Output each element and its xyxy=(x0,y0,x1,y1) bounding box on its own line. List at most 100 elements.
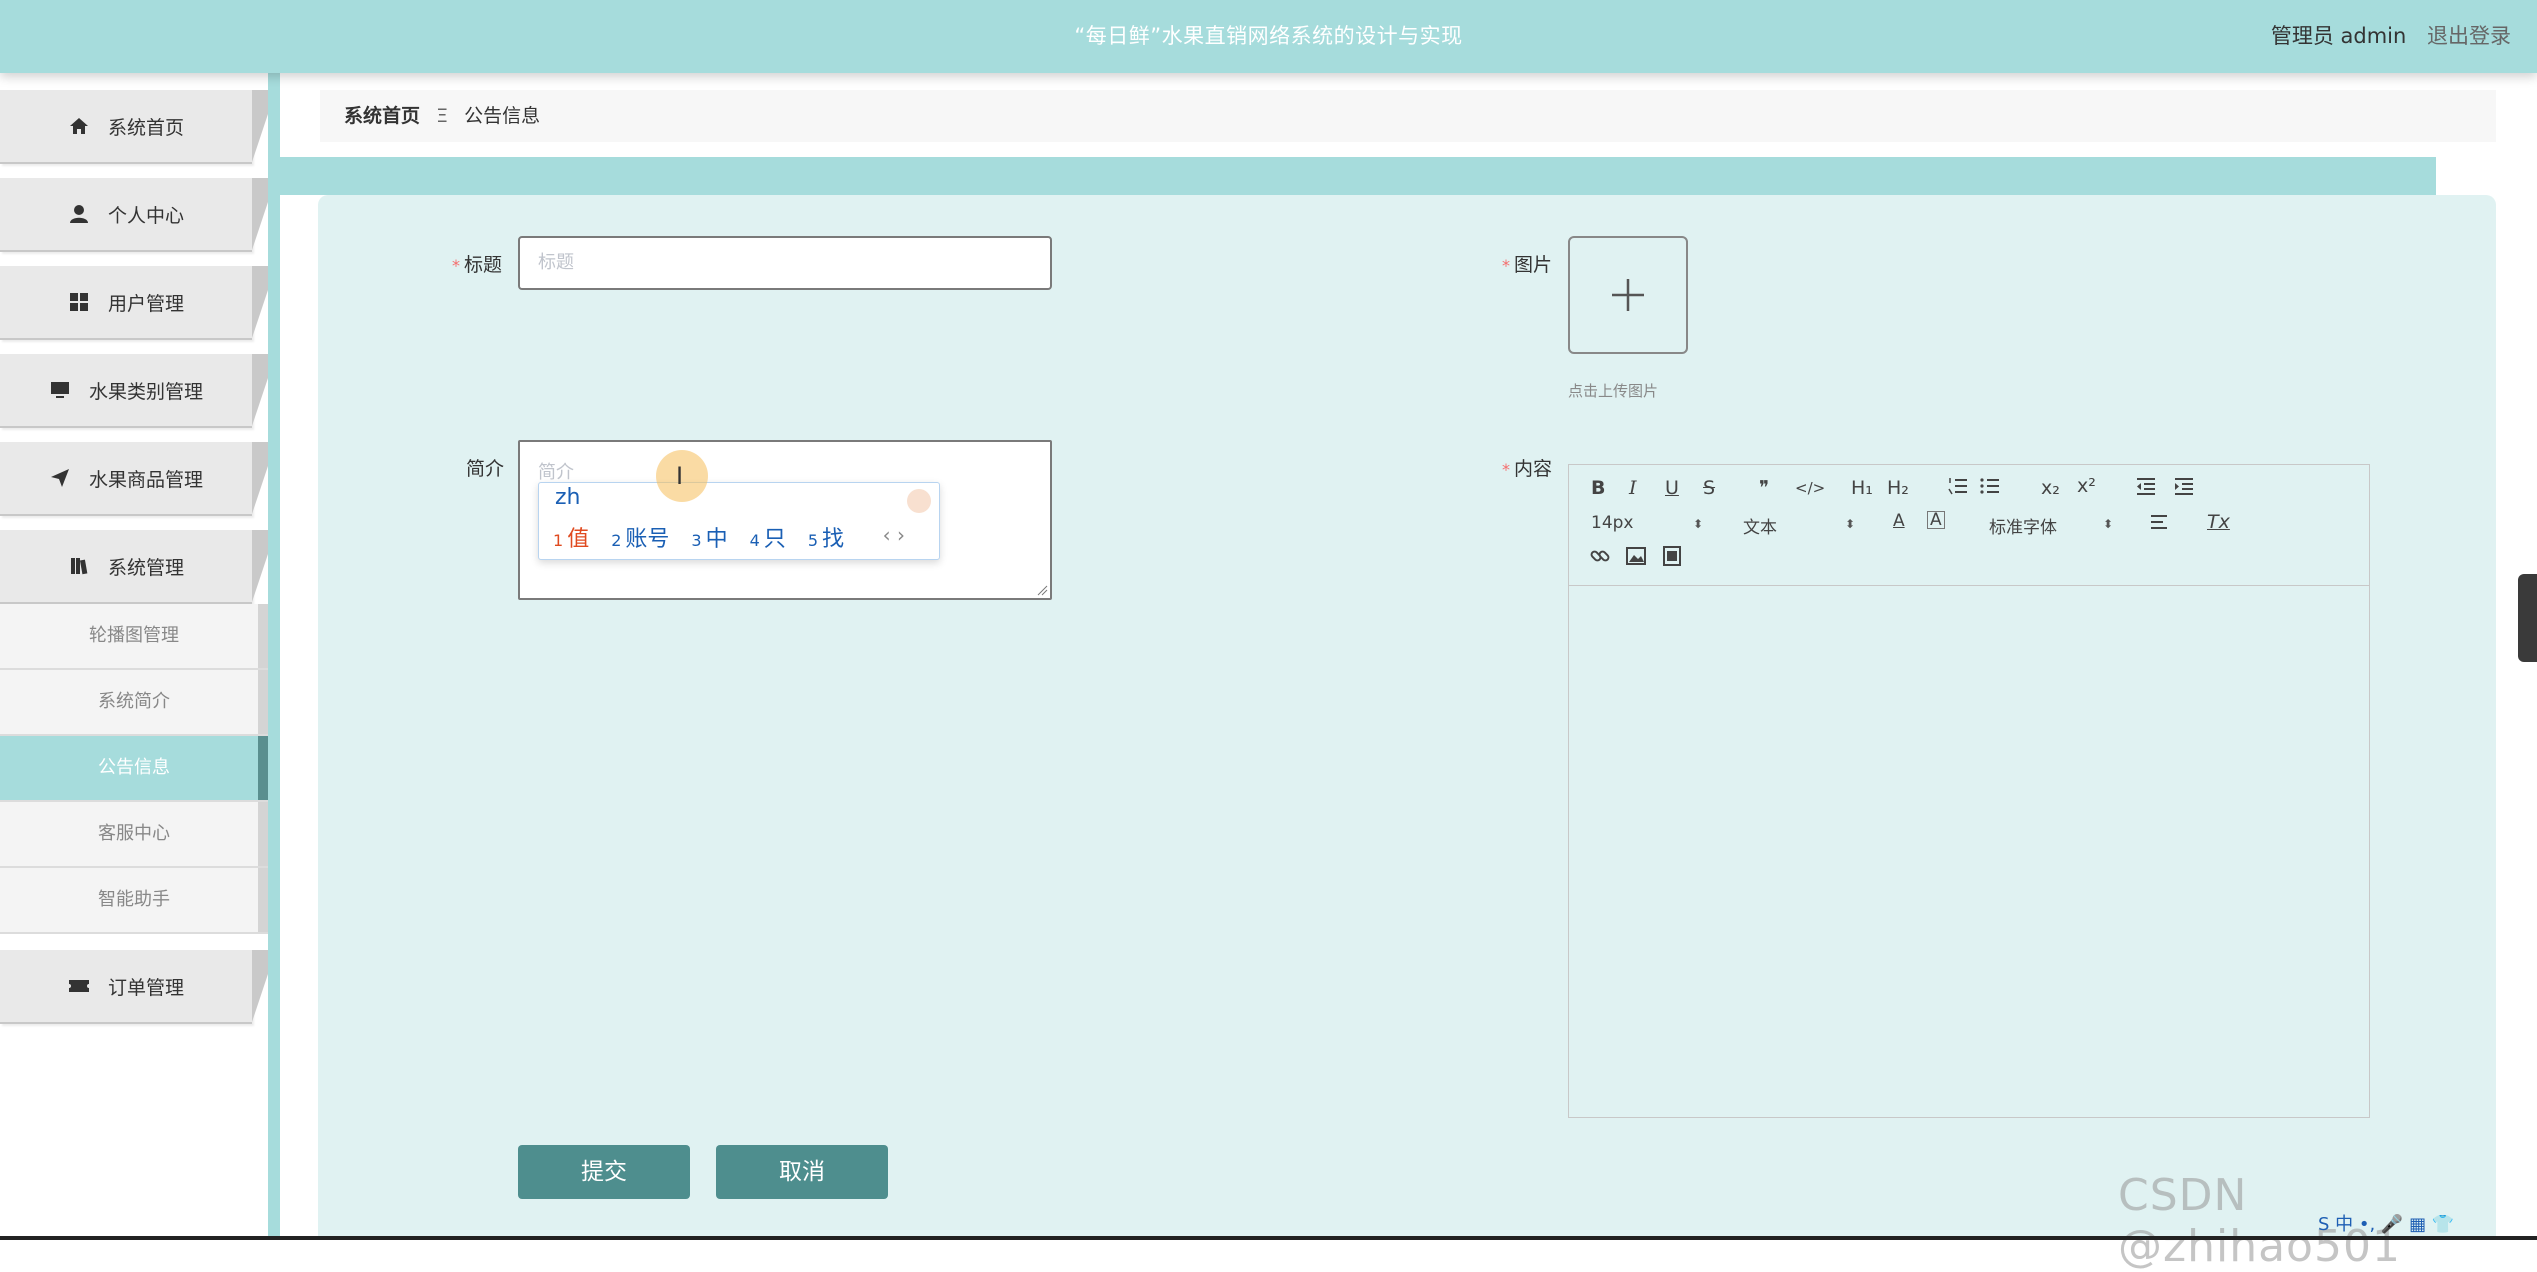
sidebar-item-profile[interactable]: 个人中心 xyxy=(0,178,276,252)
intro-label: 简介 xyxy=(466,458,505,480)
title-label-text: 标题 xyxy=(464,254,503,276)
scroll-bar-segment xyxy=(258,670,268,734)
ime-logo-icon xyxy=(907,489,931,513)
indent-icon[interactable] xyxy=(2173,475,2195,502)
required-mark: * xyxy=(452,256,460,275)
bold-button[interactable]: B xyxy=(1591,477,1605,499)
outdent-icon[interactable] xyxy=(2135,475,2157,502)
video-icon[interactable] xyxy=(1661,545,1683,572)
plus-icon xyxy=(1612,279,1644,311)
side-drawer-handle[interactable] xyxy=(2518,574,2537,662)
ime-candidate[interactable]: 5找 xyxy=(808,521,844,553)
link-icon[interactable] xyxy=(1589,545,1611,572)
bottom-border xyxy=(0,1236,2537,1240)
sidebar-item-label: 水果类别管理 xyxy=(88,380,203,403)
submit-button[interactable]: 提交 xyxy=(518,1145,690,1199)
sidebar-item-fruit-goods[interactable]: 水果商品管理 xyxy=(0,442,276,516)
content-top-band xyxy=(280,157,2436,195)
ime-page-arrows[interactable]: ‹ › xyxy=(883,523,905,547)
font-family-select[interactable]: 标准字体 xyxy=(1989,513,2057,538)
underline-button[interactable]: U xyxy=(1665,477,1679,499)
sidebar: 系统首页 个人中心 用户管理 水果类别管理 水果商品管理 系统管理 轮播图管理 … xyxy=(0,73,280,1240)
clear-format-button[interactable]: Tx xyxy=(2207,511,2230,533)
sidebar-subitem-notice[interactable]: 公告信息 xyxy=(0,736,268,802)
rich-text-editor: B I U S ❞ </> H₁ H₂ x₂ x² 14px ⬍ 文本 ⬍ A … xyxy=(1568,464,2370,1118)
sidebar-subitem-intro[interactable]: 系统简介 xyxy=(0,670,268,736)
breadcrumb-current: 公告信息 xyxy=(464,105,541,127)
chevron-updown-icon: ⬍ xyxy=(1693,517,1704,531)
superscript-button[interactable]: x² xyxy=(2077,475,2096,497)
sidebar-subitem-service[interactable]: 客服中心 xyxy=(0,802,268,868)
upload-hint: 点击上传图片 xyxy=(1568,382,1659,400)
logout-link[interactable]: 退出登录 xyxy=(2427,24,2511,48)
ime-candidate[interactable]: 3中 xyxy=(691,521,727,553)
home-icon xyxy=(68,115,90,137)
sidebar-item-orders[interactable]: 订单管理 xyxy=(0,950,276,1024)
sidebar-subitem-label: 轮播图管理 xyxy=(89,625,179,646)
user-icon xyxy=(68,203,90,225)
resize-handle-icon[interactable] xyxy=(1036,584,1048,596)
chevron-updown-icon: ⬍ xyxy=(1845,517,1856,531)
ime-candidate[interactable]: 4只 xyxy=(750,521,786,553)
bullet-list-icon[interactable] xyxy=(1979,475,2001,502)
background-color-icon[interactable]: A xyxy=(1927,511,1945,529)
top-header: “每日鲜”水果直销网络系统的设计与实现 管理员 admin 退出登录 xyxy=(0,0,2537,73)
italic-button[interactable]: I xyxy=(1629,477,1637,499)
image-icon[interactable] xyxy=(1625,545,1647,572)
scroll-bar-segment xyxy=(258,802,268,866)
sidebar-item-system[interactable]: 系统管理 xyxy=(0,530,276,604)
breadcrumb-separator: Ξ xyxy=(436,105,449,127)
sidebar-item-users[interactable]: 用户管理 xyxy=(0,266,276,340)
font-color-icon[interactable]: A xyxy=(1893,511,1905,531)
user-area: 管理员 admin 退出登录 xyxy=(2271,0,2511,73)
image-label-text: 图片 xyxy=(1514,254,1553,276)
sidebar-item-label: 系统首页 xyxy=(107,116,184,139)
content-label-text: 内容 xyxy=(1514,458,1553,480)
sidebar-subitem-label: 系统简介 xyxy=(98,691,170,712)
text-type-select[interactable]: 文本 xyxy=(1743,513,1777,538)
sidebar-item-fruit-category[interactable]: 水果类别管理 xyxy=(0,354,276,428)
sidebar-subitem-label: 公告信息 xyxy=(98,757,170,778)
sidebar-item-label: 个人中心 xyxy=(107,204,184,227)
breadcrumb: 系统首页 Ξ 公告信息 xyxy=(320,90,2496,142)
ime-candidates: 1值 2 账号 3中 4只 5找 xyxy=(553,521,844,553)
text-cursor-icon: I xyxy=(676,462,684,490)
code-button[interactable]: </> xyxy=(1795,479,1825,497)
ime-candidate[interactable]: 2 账号 xyxy=(611,521,669,553)
ticket-icon xyxy=(68,975,90,997)
blockquote-button[interactable]: ❞ xyxy=(1759,477,1769,499)
title-label: * 标题 xyxy=(452,250,502,277)
subscript-button[interactable]: x₂ xyxy=(2041,477,2060,499)
ime-composition: zh xyxy=(555,485,581,510)
ime-candidate[interactable]: 1值 xyxy=(553,521,589,553)
sidebar-item-label: 水果商品管理 xyxy=(88,468,203,491)
required-mark: * xyxy=(1502,460,1510,479)
ordered-list-icon[interactable] xyxy=(1947,475,1969,502)
editor-toolbar: B I U S ❞ </> H₁ H₂ x₂ x² 14px ⬍ 文本 ⬍ A … xyxy=(1569,465,2369,586)
ime-candidate-popup: zh 1值 2 账号 3中 4只 5找 ‹ › xyxy=(538,482,940,560)
font-size-select[interactable]: 14px xyxy=(1591,513,1633,533)
sidebar-item-label: 用户管理 xyxy=(107,292,184,315)
sidebar-item-home[interactable]: 系统首页 xyxy=(0,90,276,164)
align-icon[interactable] xyxy=(2149,513,2169,536)
scroll-bar-segment xyxy=(258,736,268,800)
cancel-button[interactable]: 取消 xyxy=(716,1145,888,1199)
image-label: * 图片 xyxy=(1502,250,1552,277)
content-label: * 内容 xyxy=(1502,454,1552,481)
app-title: “每日鲜”水果直销网络系统的设计与实现 xyxy=(1074,24,1463,48)
send-icon xyxy=(49,467,71,489)
image-upload-button[interactable] xyxy=(1568,236,1688,354)
sidebar-item-label: 订单管理 xyxy=(107,976,184,999)
strike-button[interactable]: S xyxy=(1703,477,1715,499)
sidebar-subitem-carousel[interactable]: 轮播图管理 xyxy=(0,604,268,670)
chevron-updown-icon: ⬍ xyxy=(2103,517,2114,531)
sidebar-subitem-assistant[interactable]: 智能助手 xyxy=(0,868,268,934)
h2-button[interactable]: H₂ xyxy=(1887,477,1909,499)
title-placeholder: 标题 xyxy=(538,252,574,273)
user-role: 管理员 admin xyxy=(2270,24,2407,48)
sidebar-subitem-label: 客服中心 xyxy=(98,823,170,844)
breadcrumb-home[interactable]: 系统首页 xyxy=(344,105,420,127)
title-input[interactable]: 标题 xyxy=(518,236,1052,290)
scroll-bar-segment xyxy=(258,604,268,668)
h1-button[interactable]: H₁ xyxy=(1851,477,1873,499)
